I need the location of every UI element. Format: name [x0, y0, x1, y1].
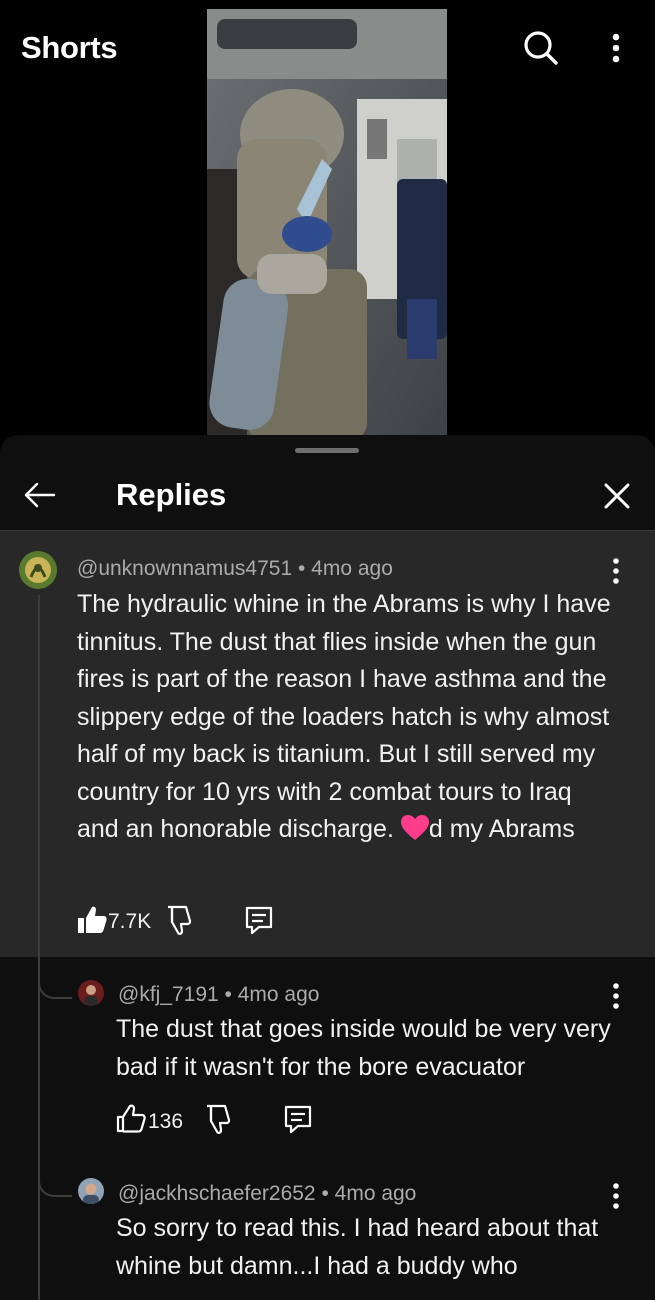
comment-meta: @kfj_7191 • 4mo ago	[118, 983, 320, 1006]
more-vert-icon[interactable]	[606, 555, 626, 587]
thread-branch	[38, 1175, 72, 1197]
comment-author[interactable]: @kfj_7191	[118, 983, 219, 1006]
more-vert-icon[interactable]	[606, 980, 626, 1012]
comment-author[interactable]: @unknownnamus4751	[77, 557, 292, 580]
dislike-icon[interactable]	[162, 903, 196, 937]
comment-meta: @jackhschaefer2652 • 4mo ago	[118, 1182, 417, 1205]
comment-text: So sorry to read this. I had heard about…	[116, 1214, 599, 1280]
like-count: 136	[148, 1110, 184, 1133]
comment-text: The dust that goes inside would be very …	[116, 1015, 611, 1081]
comment-age: 4mo ago	[237, 983, 320, 1006]
more-vert-icon[interactable]	[600, 28, 632, 68]
dislike-icon[interactable]	[201, 1102, 235, 1136]
reply-icon[interactable]	[242, 903, 276, 937]
comment-text: The hydraulic whine in the Abrams is why…	[77, 590, 611, 843]
replies-sheet: Replies @unknownnamus4751 • 4mo ago The …	[0, 435, 655, 1300]
comment-age: 4mo ago	[311, 557, 393, 580]
thread-line	[38, 595, 40, 1300]
comment-age: 4mo ago	[334, 1182, 417, 1205]
more-vert-icon[interactable]	[606, 1180, 626, 1212]
thread-branch	[38, 977, 72, 999]
like-filled-icon[interactable]	[75, 903, 109, 937]
page-title: Shorts	[21, 30, 118, 65]
avatar[interactable]	[78, 1178, 104, 1204]
like-icon[interactable]	[114, 1102, 148, 1136]
replies-header: Replies	[0, 455, 655, 531]
heart-icon	[400, 815, 429, 841]
close-icon[interactable]	[598, 477, 636, 515]
avatar[interactable]	[19, 551, 57, 589]
video-player[interactable]	[207, 9, 447, 441]
replies-title: Replies	[116, 477, 227, 512]
comment-author[interactable]: @jackhschaefer2652	[118, 1182, 316, 1205]
arrow-left-icon[interactable]	[20, 477, 60, 513]
like-count: 7.7K	[108, 910, 152, 933]
comment-meta: @unknownnamus4751 • 4mo ago	[77, 557, 393, 580]
reply-icon[interactable]	[281, 1102, 315, 1136]
search-icon[interactable]	[521, 28, 561, 68]
drag-handle[interactable]	[295, 448, 359, 453]
avatar[interactable]	[78, 980, 104, 1006]
video-frame	[207, 9, 447, 441]
